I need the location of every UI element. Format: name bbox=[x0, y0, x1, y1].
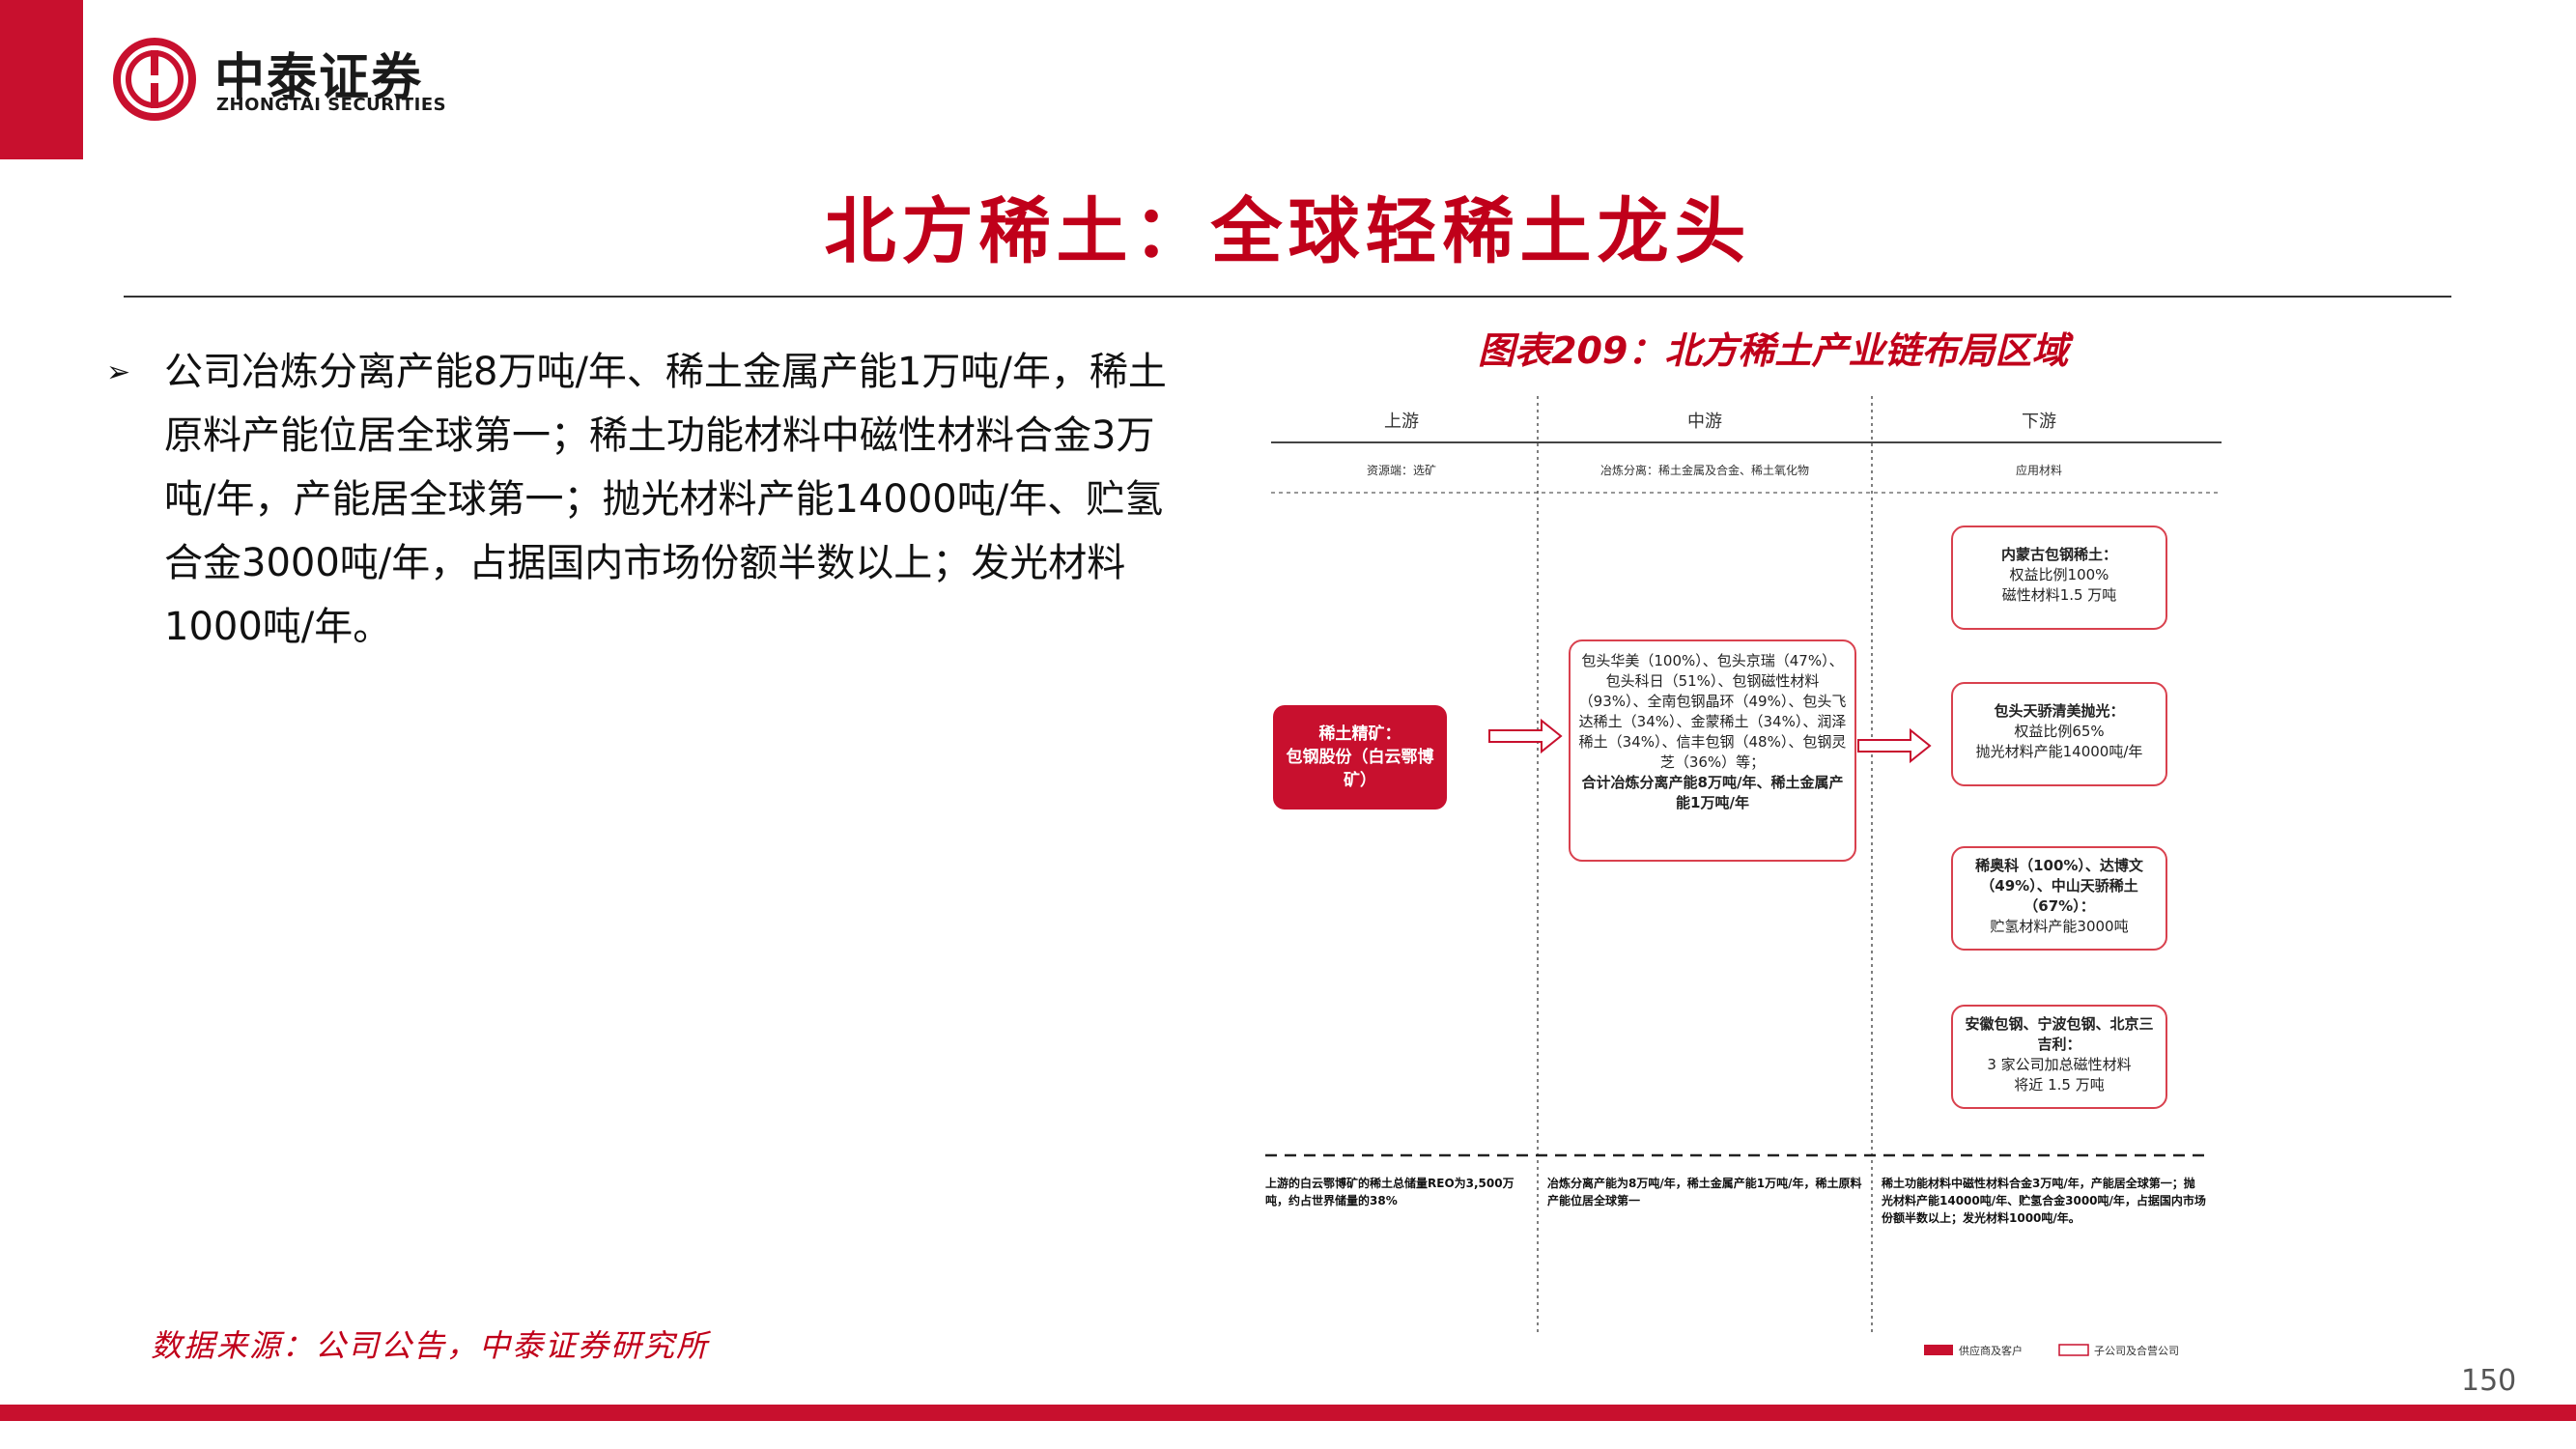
downstream-box-line: 贮氢材料产能3000吨 bbox=[1990, 918, 2129, 935]
midstream-box-text: 包头华美（100%）、包头京瑞（47%）、包头科日（51%）、包钢磁性材料（93… bbox=[1578, 652, 1847, 771]
midstream-box-total: 合计冶炼分离产能8万吨/年、稀土金属产能1万吨/年 bbox=[1581, 774, 1844, 811]
midstream-subsidiaries-box: 包头华美（100%）、包头京瑞（47%）、包头科日（51%）、包钢磁性材料（93… bbox=[1569, 639, 1856, 862]
note-midstream: 冶炼分离产能为8万吨/年，稀土金属产能1万吨/年，稀土原料产能位居全球第一 bbox=[1547, 1177, 1862, 1208]
legend-outline-label: 子公司及合营公司 bbox=[2094, 1345, 2179, 1357]
downstream-box-title: 内蒙古包钢稀土： bbox=[2000, 546, 2117, 563]
legend-outline-swatch bbox=[2058, 1344, 2089, 1356]
bullet-arrow-icon: ➢ bbox=[106, 355, 131, 389]
legend-filled-label: 供应商及客户 bbox=[1959, 1345, 2023, 1357]
downstream-box-title: 包头天骄清美抛光： bbox=[1994, 702, 2125, 720]
note-downstream: 稀土功能材料中磁性材料合金3万吨/年，产能居全球第一；抛光材料产能14000吨/… bbox=[1882, 1177, 2206, 1225]
upstream-box-detail: 包钢股份（白云鄂博矿） bbox=[1286, 748, 1434, 790]
downstream-box-magnetic: 内蒙古包钢稀土： 权益比例100% 磁性材料1.5 万吨 bbox=[1951, 526, 2167, 630]
zhongtai-logo-icon bbox=[112, 37, 197, 122]
downstream-box-title: 安徽包钢、宁波包钢、北京三吉利： bbox=[1965, 1015, 2154, 1053]
subheader-midstream: 冶炼分离：稀土金属及合金、稀土氧化物 bbox=[1599, 464, 1809, 477]
arrow-right-icon bbox=[1857, 727, 1932, 764]
page-number: 150 bbox=[2461, 1364, 2517, 1398]
downstream-box-line: 磁性材料1.5 万吨 bbox=[2001, 586, 2117, 604]
source-note: 数据来源：公司公告，中泰证券研究所 bbox=[151, 1327, 710, 1364]
column-header-downstream: 下游 bbox=[2022, 412, 2056, 432]
legend-filled-swatch bbox=[1924, 1345, 1953, 1355]
downstream-box-line: 权益比例100% bbox=[2009, 566, 2109, 583]
subheader-upstream: 资源端：选矿 bbox=[1366, 464, 1436, 477]
title-divider bbox=[124, 296, 2451, 298]
upstream-box-title: 稀土精矿： bbox=[1318, 724, 1401, 744]
upstream-supplier-box: 稀土精矿： 包钢股份（白云鄂博矿） bbox=[1273, 705, 1447, 810]
column-header-midstream: 中游 bbox=[1687, 412, 1722, 432]
logo-english-name: ZHONGTAI SECURITIES bbox=[216, 95, 447, 115]
page-title: 北方稀土：全球轻稀土龙头 bbox=[824, 190, 1752, 273]
footer-brand-bar bbox=[0, 1405, 2576, 1421]
figure-title: 图表209：北方稀土产业链布局区域 bbox=[1478, 329, 2069, 372]
bullet-paragraph: 公司冶炼分离产能8万吨/年、稀土金属产能1万吨/年，稀土原料产能位居全球第一；稀… bbox=[164, 350, 1167, 649]
subheader-downstream: 应用材料 bbox=[2015, 464, 2062, 477]
arrow-right-icon bbox=[1488, 718, 1563, 754]
brand-sidebar-bar bbox=[0, 0, 83, 159]
downstream-box-title: 稀奥科（100%）、达博文（49%）、中山天骄稀土（67%）： bbox=[1975, 857, 2143, 915]
column-header-upstream: 上游 bbox=[1384, 412, 1419, 432]
downstream-box-line: 抛光材料产能14000吨/年 bbox=[1975, 743, 2143, 760]
downstream-box-line: 将近 1.5 万吨 bbox=[2014, 1076, 2105, 1094]
note-upstream: 上游的白云鄂博矿的稀土总储量REO为3,500万吨，约占世界储量的38% bbox=[1265, 1177, 1514, 1208]
downstream-box-polishing: 包头天骄清美抛光： 权益比例65% 抛光材料产能14000吨/年 bbox=[1951, 682, 2167, 786]
downstream-box-line: 权益比例65% bbox=[2014, 723, 2105, 740]
downstream-box-line: 3 家公司加总磁性材料 bbox=[1987, 1056, 2132, 1073]
downstream-box-joint-ventures: 安徽包钢、宁波包钢、北京三吉利： 3 家公司加总磁性材料 将近 1.5 万吨 bbox=[1951, 1005, 2167, 1109]
supply-chain-diagram: 上游 中游 下游 资源端：选矿 冶炼分离：稀土金属及合金、稀土氧化物 应用材料 … bbox=[1265, 386, 2231, 1362]
downstream-box-hydrogen-storage: 稀奥科（100%）、达博文（49%）、中山天骄稀土（67%）： 贮氢材料产能30… bbox=[1951, 846, 2167, 951]
